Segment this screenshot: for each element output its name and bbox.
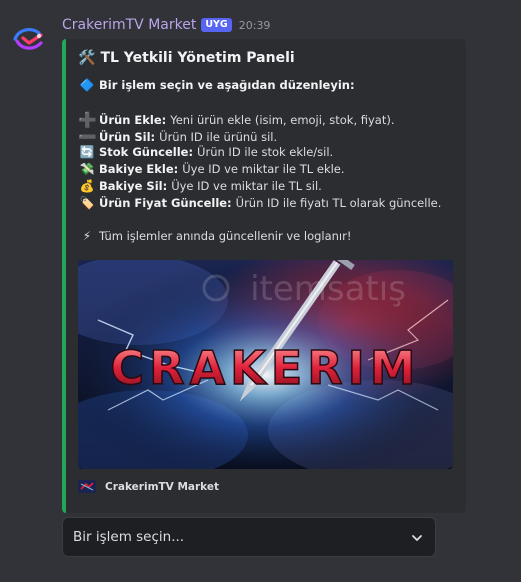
list-item: 🔄 Stok Güncelle: Ürün ID ile stok ekle/s… [78,145,334,159]
message-header: CrakerimTV Market UYG 20:39 [62,16,270,34]
embed-note: ⚡ Tüm işlemler anında güncellenir ve log… [78,229,352,243]
hammer-wrench-icon: 🛠️ [78,50,96,66]
list-item: ➕ Ürün Ekle: Yeni ürün ekle (isim, emoji… [78,111,395,129]
item-label: Stok Güncelle: [99,145,194,159]
money-wings-icon: 💸 [79,162,95,176]
author-name[interactable]: CrakerimTV Market [62,17,196,33]
item-desc: Ürün ID ile ürünü sil. [159,130,278,144]
app-badge: UYG [201,18,232,32]
message-timestamp[interactable]: 20:39 [239,19,271,32]
embed-image[interactable]: CRAKERIM itemsatış [78,260,453,469]
item-desc: Üye ID ve miktar ile TL sil. [171,179,322,193]
embed-card: 🛠️ TL Yetkili Yönetim Paneli 🔷 Bir işlem… [62,39,466,513]
plus-icon: ➕ [78,111,97,129]
footer-logo-icon [78,480,96,493]
bot-avatar[interactable] [9,19,49,59]
select-placeholder: Bir işlem seçin... [73,529,185,545]
list-item: 💸 Bakiye Ekle: Üye ID ve miktar ile TL e… [78,162,345,176]
chevron-down-icon [412,535,422,541]
item-desc: Yeni ürün ekle (isim, emoji, stok, fiyat… [170,113,395,127]
minus-icon: ➖ [78,128,97,146]
item-label: Bakiye Ekle: [99,162,179,176]
action-select[interactable]: Bir işlem seçin... [62,517,436,557]
watermark-text: itemsatış [250,269,406,309]
blue-diamond-icon: 🔷 [79,78,95,92]
list-item: ➖ Ürün Sil: Ürün ID ile ürünü sil. [78,128,277,146]
refresh-icon: 🔄 [79,145,95,159]
item-label: Ürün Sil: [99,130,156,144]
embed-title-text: TL Yetkili Yönetim Paneli [100,50,295,66]
list-item: 💰 Bakiye Sil: Üye ID ve miktar ile TL si… [78,179,322,193]
footer-text: CrakerimTV Market [105,480,220,493]
label-tag-icon: 🏷️ [79,196,95,210]
banner-graphic: CRAKERIM itemsatış [78,260,453,469]
item-desc: Ürün ID ile stok ekle/sil. [197,145,334,159]
item-label: Bakiye Sil: [99,179,168,193]
embed-intro-text: Bir işlem seçin ve aşağıdan düzenleyin: [99,78,355,92]
money-bag-icon: 💰 [79,179,95,193]
item-desc: Üye ID ve miktar ile TL ekle. [182,162,345,176]
embed-title: 🛠️ TL Yetkili Yönetim Paneli [78,50,295,66]
embed-intro: 🔷 Bir işlem seçin ve aşağıdan düzenleyin… [78,78,359,92]
lightning-icon: ⚡ [82,229,92,243]
item-label: Ürün Fiyat Güncelle: [99,196,232,210]
embed-footer: CrakerimTV Market [78,480,219,493]
list-item: 🏷️ Ürün Fiyat Güncelle: Ürün ID ile fiya… [78,196,442,210]
item-label: Ürün Ekle: [99,113,167,127]
embed-note-text: Tüm işlemler anında güncellenir ve logla… [99,229,352,243]
item-desc: Ürün ID ile fiyatı TL olarak güncelle. [235,196,442,210]
banner-title: CRAKERIM [110,341,420,395]
